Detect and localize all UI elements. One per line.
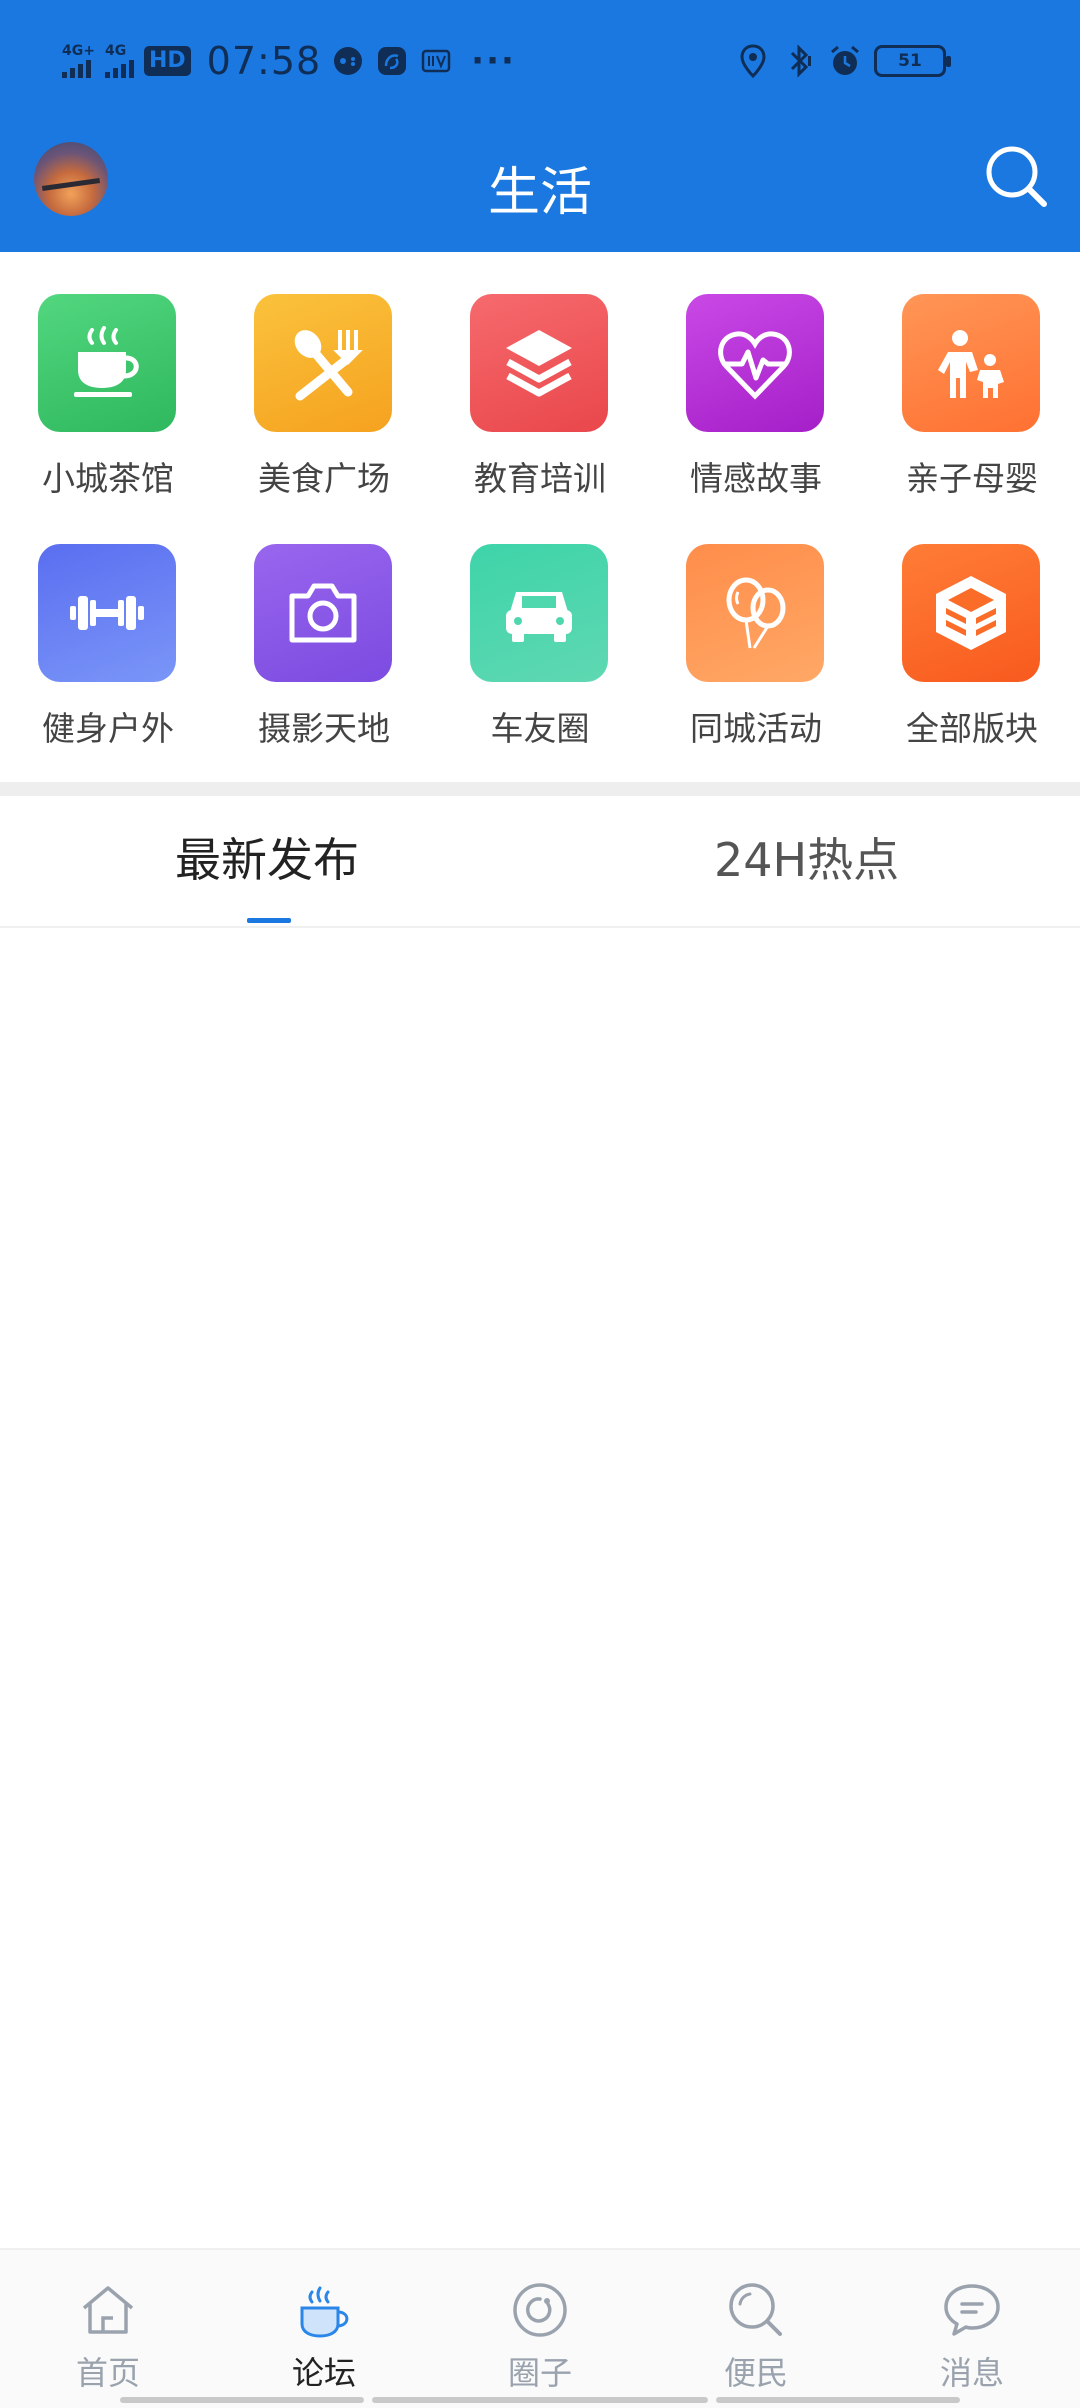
nav-messages-label: 消息 xyxy=(939,2354,1004,2392)
category-fitness[interactable]: 健身户外 xyxy=(0,502,216,752)
home-icon xyxy=(82,2286,134,2334)
feed-content xyxy=(0,930,1080,2248)
magnifier-icon xyxy=(729,2283,782,2336)
signal-icon: 4G+ xyxy=(62,44,95,78)
feed-tabs: 最新发布 24H热点 xyxy=(0,796,1080,928)
status-left: 4G+ 4G HD 07:58 ··· xyxy=(62,36,516,86)
category-parenting[interactable]: 亲子母婴 xyxy=(864,252,1080,502)
alarm-icon xyxy=(828,44,862,78)
category-emotion[interactable]: 情感故事 xyxy=(648,252,864,502)
nav-forum-label: 论坛 xyxy=(291,2354,356,2392)
cube-icon xyxy=(902,544,1040,682)
parent-child-icon xyxy=(902,294,1040,432)
signal-1-label: 4G+ xyxy=(62,43,95,59)
category-label: 小城茶馆 xyxy=(42,459,174,498)
category-food[interactable]: 美食广场 xyxy=(216,252,432,502)
battery-level: 51 xyxy=(898,51,922,71)
balloons-icon xyxy=(686,544,824,682)
message-icon xyxy=(944,2284,1000,2336)
category-label: 美食广场 xyxy=(258,459,390,498)
nav-services[interactable]: 便民 xyxy=(648,2250,864,2408)
nav-home-label: 首页 xyxy=(75,2354,140,2392)
category-label: 摄影天地 xyxy=(258,709,390,748)
heart-pulse-icon xyxy=(686,294,824,432)
category-label: 车友圈 xyxy=(490,709,590,748)
signal-2-icon: 4G xyxy=(104,43,134,78)
category-all-boards[interactable]: 全部版块 xyxy=(864,502,1080,752)
category-label: 同城活动 xyxy=(690,709,822,748)
tab-latest[interactable]: 最新发布 xyxy=(175,824,359,890)
music-app-icon xyxy=(375,44,409,78)
gesture-bar-center[interactable] xyxy=(372,2397,708,2403)
header-background: 4G+ 4G HD 07:58 ··· 51 生活 xyxy=(0,0,1080,252)
camera-icon xyxy=(254,544,392,682)
dumbbell-icon xyxy=(38,544,176,682)
tea-cup-icon xyxy=(38,294,176,432)
nav-circle-label: 圈子 xyxy=(507,2354,572,2392)
hd-badge: HD xyxy=(143,46,191,76)
nav-home[interactable]: 首页 xyxy=(0,2250,216,2408)
battery-icon: 51 xyxy=(874,45,951,77)
circle-icon xyxy=(513,2283,567,2337)
category-tea-house[interactable]: 小城茶馆 xyxy=(0,252,216,502)
gesture-bar-right xyxy=(716,2397,960,2403)
app-screen: 4G+ 4G HD 07:58 ··· 51 生活 小城茶馆 美食广场 教育培训… xyxy=(0,0,1080,2408)
category-label: 教育培训 xyxy=(474,459,606,498)
active-tab-indicator xyxy=(247,918,291,923)
layers-icon xyxy=(470,294,608,432)
video-app-icon xyxy=(419,44,453,78)
category-grid: 小城茶馆 美食广场 教育培训 情感故事 亲子母婴 健身户外 摄影天地 车友圈 同… xyxy=(0,252,1080,782)
nav-circle[interactable]: 圈子 xyxy=(432,2250,648,2408)
category-label: 全部版块 xyxy=(906,709,1038,748)
fork-spoon-icon xyxy=(254,294,392,432)
game-controller-icon xyxy=(331,44,365,78)
category-photography[interactable]: 摄影天地 xyxy=(216,502,432,752)
status-right: 51 xyxy=(736,40,951,82)
nav-services-label: 便民 xyxy=(723,2354,788,2392)
status-bar: 4G+ 4G HD 07:58 ··· 51 xyxy=(0,0,1080,120)
category-label: 健身户外 xyxy=(42,709,174,748)
location-icon xyxy=(736,44,770,78)
category-label: 亲子母婴 xyxy=(906,459,1038,498)
nav-messages[interactable]: 消息 xyxy=(864,2250,1080,2408)
category-education[interactable]: 教育培训 xyxy=(432,252,648,502)
page-title: 生活 xyxy=(487,163,592,223)
category-car-club[interactable]: 车友圈 xyxy=(432,502,648,752)
category-local-events[interactable]: 同城活动 xyxy=(648,502,864,752)
bluetooth-icon xyxy=(782,44,816,78)
nav-forum[interactable]: 论坛 xyxy=(216,2250,432,2408)
category-label: 情感故事 xyxy=(690,459,822,498)
forum-cup-icon xyxy=(300,2286,349,2338)
section-divider xyxy=(0,782,1080,796)
search-icon xyxy=(986,146,1047,207)
gesture-bar-left xyxy=(120,2397,364,2403)
status-time: 07:58 xyxy=(206,39,322,83)
search-button[interactable] xyxy=(982,142,1052,212)
bottom-navigation: 首页 论坛 圈子 便民 消息 xyxy=(0,2248,1080,2408)
more-notifications-icon: ··· xyxy=(471,41,516,81)
app-bar: 生活 xyxy=(0,120,1080,252)
tab-24h-hot[interactable]: 24H热点 xyxy=(714,824,899,890)
signal-2-label: 4G xyxy=(104,43,127,59)
car-icon xyxy=(470,544,608,682)
